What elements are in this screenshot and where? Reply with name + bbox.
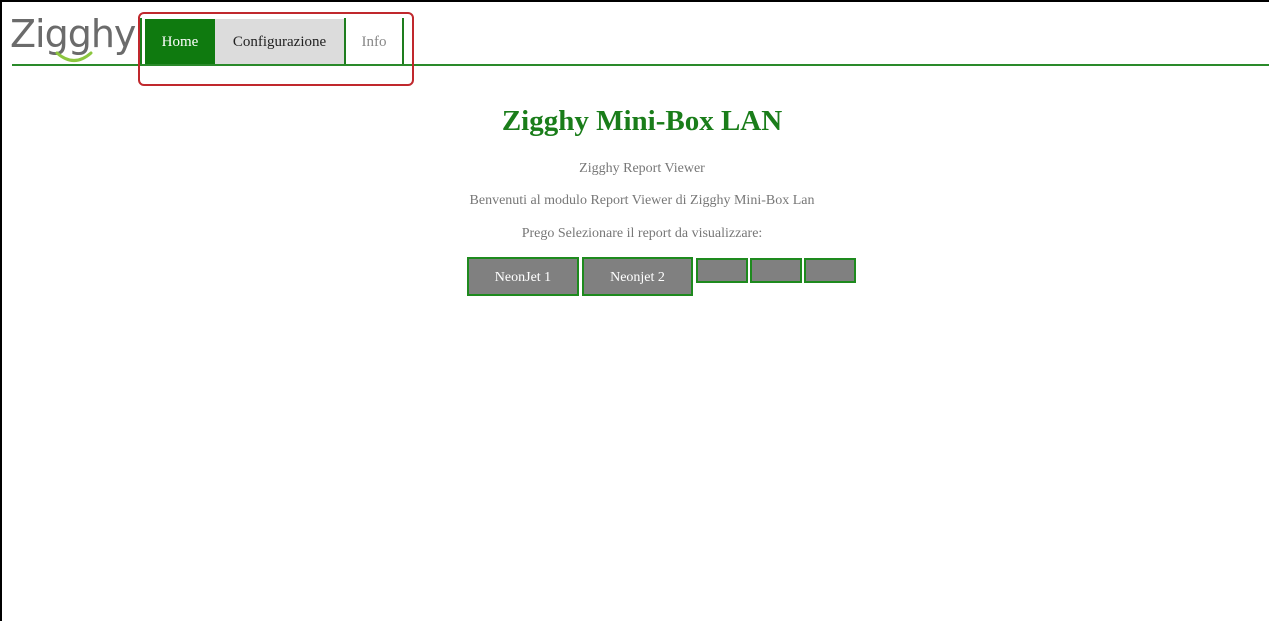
report-button-neonjet-1[interactable]: NeonJet 1	[467, 257, 579, 296]
welcome-text: Benvenuti al modulo Report Viewer di Zig…	[469, 193, 815, 208]
report-button-neonjet-2[interactable]: Neonjet 2	[582, 257, 693, 296]
report-button-empty-4[interactable]	[750, 258, 802, 283]
subtitle-text: Zigghy Report Viewer	[579, 161, 705, 176]
page-frame	[0, 0, 1269, 621]
page-title: Zigghy Mini-Box LAN	[501, 105, 783, 137]
report-button-empty-3[interactable]	[696, 258, 748, 283]
select-report-prompt: Prego Selezionare il report da visualizz…	[521, 226, 763, 241]
report-button-empty-5[interactable]	[804, 258, 856, 283]
nav-highlight-annotation	[138, 12, 414, 86]
zigghy-logo[interactable]: Zigghy	[10, 12, 136, 66]
logo-text: Zigghy	[10, 12, 136, 56]
